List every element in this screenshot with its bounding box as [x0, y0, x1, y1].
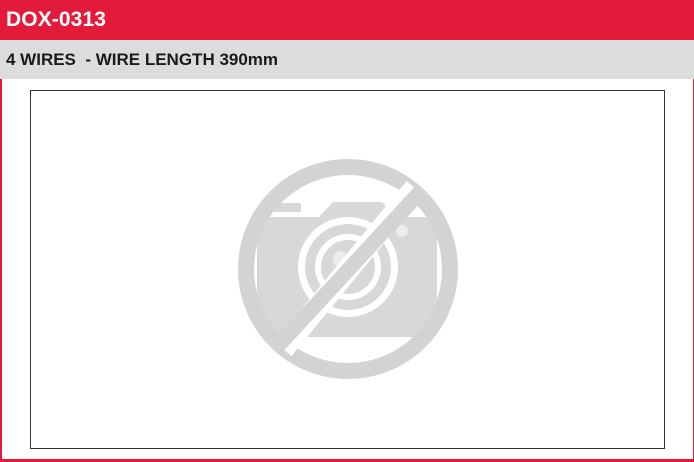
product-code: DOX-0313	[6, 8, 107, 31]
title-bar: DOX-0313	[0, 0, 694, 40]
subtitle-bar: 4 WIRES - WIRE LENGTH 390mm	[0, 40, 694, 79]
no-photo-icon	[238, 159, 458, 379]
left-border	[0, 79, 2, 460]
product-description: 4 WIRES - WIRE LENGTH 390mm	[6, 50, 279, 69]
image-placeholder-frame	[30, 90, 665, 449]
product-card: DOX-0313 4 WIRES - WIRE LENGTH 390mm	[0, 0, 694, 462]
